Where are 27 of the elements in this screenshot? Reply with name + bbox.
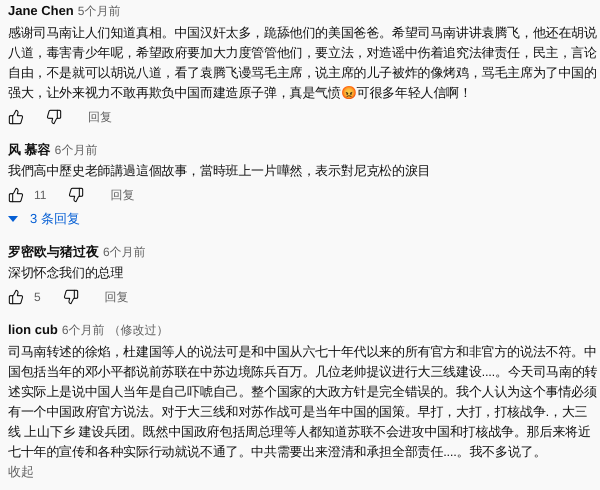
like-icon[interactable] <box>8 187 24 203</box>
collapse-link[interactable]: 收起 <box>8 462 34 480</box>
dislike-icon[interactable] <box>68 187 84 203</box>
comment-time[interactable]: 6个月前 <box>62 321 105 339</box>
reply-button[interactable]: 回复 <box>104 288 129 306</box>
dislike-icon[interactable] <box>46 108 62 124</box>
like-icon[interactable] <box>8 108 24 124</box>
like-count: 5 <box>34 289 41 306</box>
like-icon[interactable] <box>8 289 24 305</box>
comment-text: 深切怀念我们的总理 <box>8 264 124 282</box>
comment-text: 我們高中歷史老師講過這個故事，當時班上一片嘩然，表示對尼克松的淚目 <box>8 162 432 180</box>
replies-toggle[interactable]: 3 条回复 <box>8 209 80 228</box>
dislike-icon[interactable] <box>62 289 79 305</box>
comment-text: 司马南转述的徐焰，杜建国等人的说法可是和中国从六七十年代以来的所有官方和非官方的说法不符。中国包括当年的邓小平都说前苏联在中苏边境陈兵百万。几位老帅提议进行大三线建设....。今天司马南的转述实际上是说中国人当年是自己吓唬自己。整个国家的大政方针是完全错误的。我个人认为这个事情必须有一个中国政府官方说法。对于大三线和对苏作战可是当年中国的国策。早打，大打，打核战争.，大三线 上山下乡 建设兵团。既然中国政府包括周总理等人都知道苏联不会进攻中国和打核战争。那后来将近七十年的宣传和各种实际行动就说不通了。中共需要出来澄清和承担全部责任....。我不多说了。 <box>8 342 598 460</box>
comment-time[interactable]: 5个月前 <box>78 2 120 20</box>
comment-author[interactable]: lion cub <box>8 320 58 340</box>
comment-time[interactable]: 6个月前 <box>54 140 98 158</box>
reply-button[interactable]: 回复 <box>110 186 134 204</box>
comment-author[interactable]: 风 慕容 <box>8 140 51 159</box>
comment-time[interactable]: 6个月前 <box>103 242 146 260</box>
edited-label: （修改过） <box>108 322 169 339</box>
comment-author[interactable]: 罗密欧与猪过夜 <box>8 242 99 261</box>
caret-icon <box>8 216 18 222</box>
reply-button[interactable]: 回复 <box>88 108 112 126</box>
comment-author[interactable]: Jane Chen <box>8 1 74 20</box>
like-count: 11 <box>34 187 46 204</box>
comment-text: 感谢司马南让人们知道真相。中国汉奸太多，跪舔他们的美国爸爸。希望司马南讲讲袁腾飞，他还在胡说八道，毒害青少年呢，希望政府要加大力度管管他们，要立法，对造谣中伤着追究法律责任，民主，言论自由，不是就可以胡说八道，看了袁腾飞谩骂毛主席，说主席的儿子被炸的像烤鸡，骂毛主席为了中国的强大，让外来视力不敢再欺负中国而建造原子弹，真是气愤😡可很多年轻人信啊！ <box>8 24 598 102</box>
